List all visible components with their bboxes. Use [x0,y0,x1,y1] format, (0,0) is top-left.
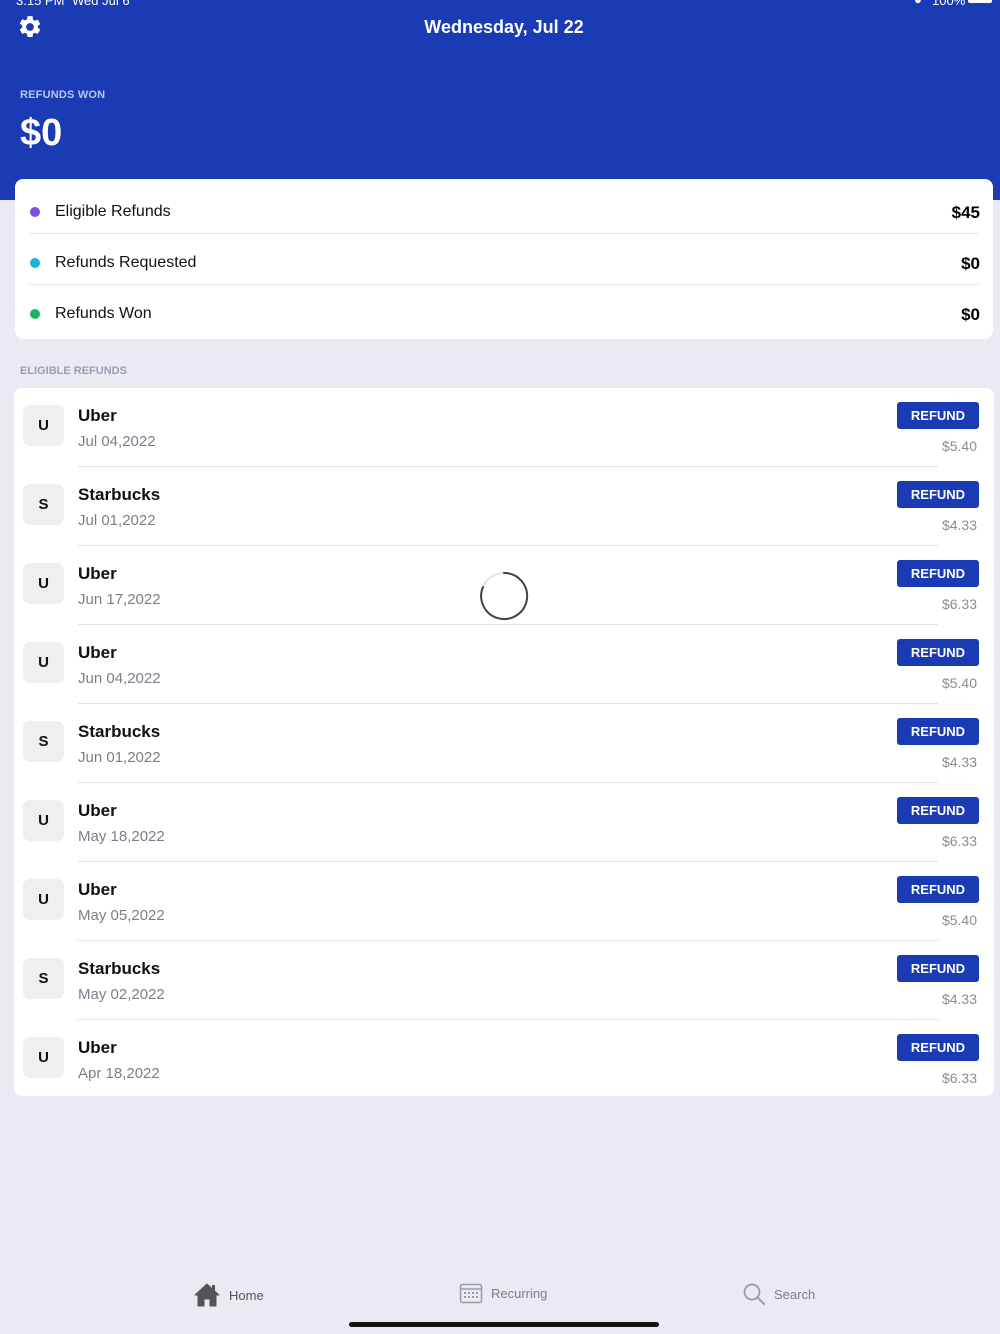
refund-button[interactable]: REFUND [897,797,979,824]
tab-search[interactable]: Search [742,1282,815,1306]
transaction-date: Jun 04,2022 [78,670,161,687]
refund-button[interactable]: REFUND [897,1034,979,1061]
list-item[interactable]: U Uber Apr 18,2022 REFUND $6.33 [14,1020,994,1096]
refund-amount: $4.33 [941,754,977,770]
summary-value: $0 [961,305,980,324]
refund-button[interactable]: REFUND [897,955,979,982]
merchant-avatar: U [23,642,64,683]
merchant-avatar: U [23,800,64,841]
summary-row-eligible: Eligible Refunds $45 [15,183,993,234]
page-title: Wednesday, Jul 22 [424,17,584,37]
merchant-avatar: S [23,484,64,525]
transaction-date: Jun 01,2022 [78,749,161,766]
status-date: Wed Jul 6 [72,0,130,8]
transaction-date: Jun 17,2022 [78,591,161,608]
merchant-avatar: S [23,721,64,762]
merchant-avatar: U [23,879,64,920]
wifi-icon: ● [914,0,922,7]
merchant-name: Uber [78,643,117,662]
transaction-date: May 05,2022 [78,907,165,924]
summary-value: $0 [961,254,980,273]
refund-button[interactable]: REFUND [897,481,979,508]
header: 3:15 PM Wed Jul 6 ● 100% Wednesday, Jul … [0,0,1000,200]
tab-recurring[interactable]: Recurring [459,1282,547,1304]
home-icon [194,1283,220,1307]
refund-amount: $4.33 [941,991,977,1007]
refund-amount: $6.33 [941,596,977,612]
refund-amount: $6.33 [941,833,977,849]
home-indicator[interactable] [349,1322,659,1327]
summary-row-requested: Refunds Requested $0 [15,234,993,285]
list-item[interactable]: U Uber Jun 04,2022 REFUND $5.40 [14,625,994,704]
requested-dot-icon [30,258,40,268]
merchant-avatar: U [23,563,64,604]
merchant-name: Uber [78,564,117,583]
refund-button[interactable]: REFUND [897,560,979,587]
status-bar: 3:15 PM Wed Jul 6 ● 100% [0,0,1000,9]
summary-label: Refunds Requested [55,254,197,271]
summary-row-won: Refunds Won $0 [15,285,993,336]
refund-button[interactable]: REFUND [897,402,979,429]
list-item[interactable]: U Uber May 05,2022 REFUND $5.40 [14,862,994,941]
loading-spinner-icon [479,571,529,621]
eligible-refunds-list: U Uber Jul 04,2022 REFUND $5.40 S Starbu… [14,388,994,1096]
list-item[interactable]: S Starbucks Jun 01,2022 REFUND $4.33 [14,704,994,783]
refund-amount: $6.33 [941,1070,977,1086]
refund-amount: $5.40 [941,438,977,454]
merchant-name: Uber [78,801,117,820]
list-item[interactable]: S Starbucks Jul 01,2022 REFUND $4.33 [14,467,994,546]
section-caption: ELIGIBLE REFUNDS [20,365,127,377]
tab-home[interactable]: Home [193,1282,264,1308]
refund-amount: $4.33 [941,517,977,533]
refund-button[interactable]: REFUND [897,718,979,745]
merchant-name: Starbucks [78,722,161,741]
refunds-won-amount: $0 [20,112,63,154]
won-dot-icon [30,309,40,319]
merchant-name: Starbucks [78,959,161,978]
transaction-date: May 18,2022 [78,828,165,845]
transaction-date: Jul 04,2022 [78,433,156,450]
merchant-name: Uber [78,1038,117,1057]
refund-button[interactable]: REFUND [897,876,979,903]
refund-amount: $5.40 [941,675,977,691]
merchant-avatar: S [23,958,64,999]
summary-label: Eligible Refunds [55,203,171,220]
transaction-date: May 02,2022 [78,986,165,1003]
refund-button[interactable]: REFUND [897,639,979,666]
transaction-date: Jul 01,2022 [78,512,156,529]
tab-label: Search [774,1286,816,1302]
list-item[interactable]: U Uber May 18,2022 REFUND $6.33 [14,783,994,862]
list-item[interactable]: S Starbucks May 02,2022 REFUND $4.33 [14,941,994,1020]
battery-icon [968,0,992,3]
tab-label: Recurring [491,1285,548,1301]
search-icon [743,1283,765,1305]
merchant-name: Uber [78,880,117,899]
summary-card: Eligible Refunds $45 Refunds Requested $… [15,179,993,339]
merchant-avatar: U [23,405,64,446]
merchant-avatar: U [23,1037,64,1078]
tab-label: Home [229,1287,264,1303]
battery-percent: 100% [932,0,966,8]
refund-amount: $5.40 [941,912,977,928]
eligible-dot-icon [30,207,40,217]
transaction-date: Apr 18,2022 [78,1065,160,1082]
list-item[interactable]: U Uber Jul 04,2022 REFUND $5.40 [14,388,994,467]
refunds-won-caption: REFUNDS WON [20,89,106,101]
status-time: 3:15 PM [16,0,65,8]
summary-value: $45 [951,203,980,222]
merchant-name: Starbucks [78,485,161,504]
summary-label: Refunds Won [55,305,152,322]
merchant-name: Uber [78,406,117,425]
calendar-icon [459,1283,483,1304]
